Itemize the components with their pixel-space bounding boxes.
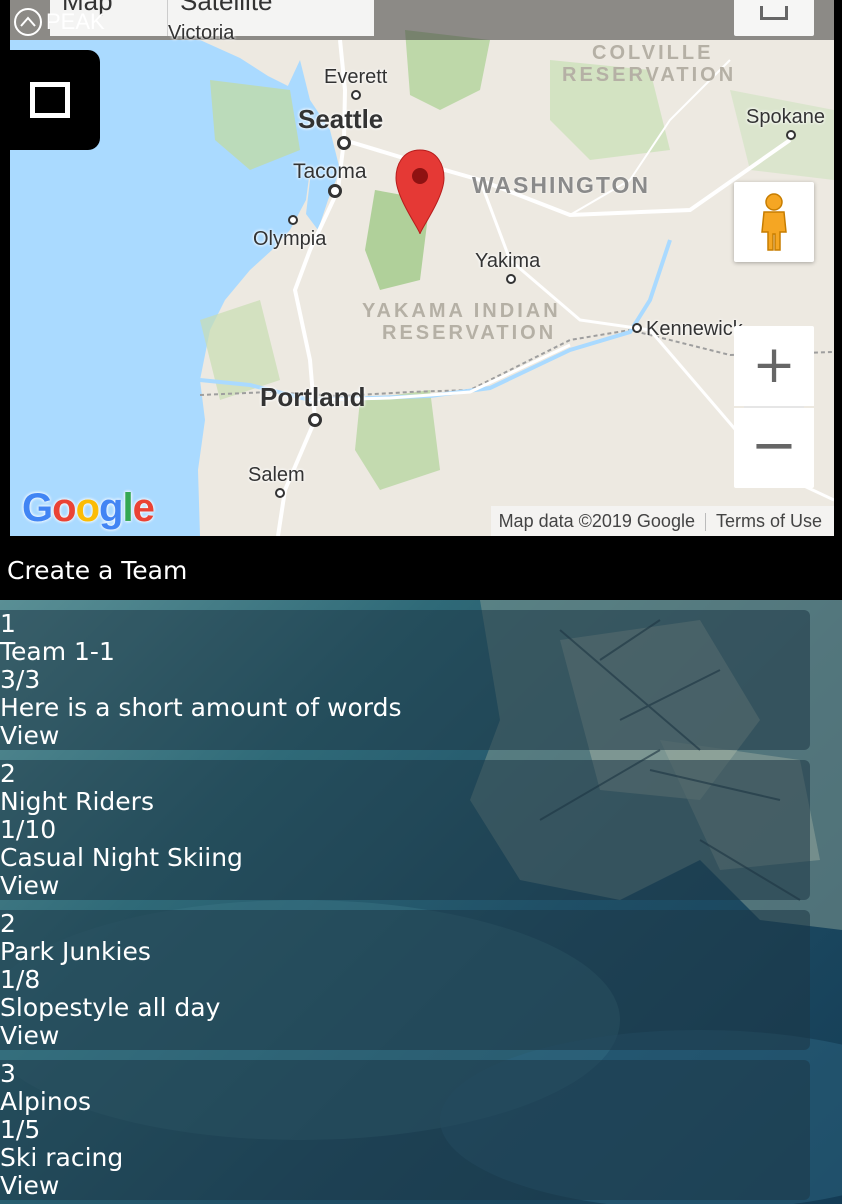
team-name: Alpinos <box>0 1087 92 1116</box>
square-icon <box>30 82 70 118</box>
city-label-kennewick: Kennewick <box>646 318 743 340</box>
city-dot-everett <box>351 90 361 100</box>
region-label-colville-reservation: RESERVATION <box>562 64 737 86</box>
city-label-spokane: Spokane <box>746 106 825 128</box>
city-dot-tacoma <box>328 184 342 198</box>
team-number: 2 <box>0 909 16 938</box>
city-dot-salem <box>275 488 285 498</box>
region-label-yakama: YAKAMA INDIAN <box>362 300 561 322</box>
team-card[interactable]: 2 Park Junkies 1/8 Slopestyle all day Vi… <box>0 910 810 1050</box>
map-attribution: Map data ©2019 Google Terms of Use <box>490 506 834 536</box>
city-dot-spokane <box>786 130 796 140</box>
city-label-seattle: Seattle <box>298 104 384 134</box>
city-label-salem: Salem <box>248 464 305 486</box>
team-card[interactable]: 1 Team 1-1 3/3 Here is a short amount of… <box>0 610 810 750</box>
zoom-in-button[interactable]: + <box>734 326 814 406</box>
team-members: 3/3 <box>0 665 41 694</box>
peak-mountain-icon <box>14 8 42 36</box>
region-label-colville: COLVILLE <box>592 42 714 64</box>
fullscreen-button[interactable] <box>734 0 814 36</box>
street-view-pegman-button[interactable] <box>734 182 814 262</box>
city-label-yakima: Yakima <box>475 250 541 272</box>
region-label-yakama-reservation: RESERVATION <box>382 322 557 344</box>
google-logo: Google <box>22 486 155 530</box>
map-view[interactable]: Map Satellite Victoria COLVILLE RESERVAT… <box>10 0 834 536</box>
team-number: 2 <box>0 759 16 788</box>
city-dot-yakima <box>506 274 516 284</box>
team-view-link[interactable]: View <box>0 1022 810 1050</box>
team-list: 1 Team 1-1 3/3 Here is a short amount of… <box>0 600 842 1204</box>
map-data-credit[interactable]: Map data ©2019 Google <box>499 511 695 531</box>
team-name: Team 1-1 <box>0 637 115 666</box>
team-members: 1/10 <box>0 815 57 844</box>
region-label-washington: WASHINGTON <box>472 172 651 198</box>
zoom-out-button[interactable]: − <box>734 408 814 488</box>
city-label-everett: Everett <box>324 66 388 88</box>
team-description: Ski racing <box>0 1143 124 1172</box>
team-description: Here is a short amount of words <box>0 693 402 722</box>
team-view-link[interactable]: View <box>0 872 810 900</box>
team-description: Casual Night Skiing <box>0 843 243 872</box>
city-label-portland: Portland <box>260 382 366 412</box>
team-number: 3 <box>0 1059 16 1088</box>
team-view-link[interactable]: View <box>0 722 810 750</box>
city-dot-seattle <box>337 136 351 150</box>
team-name: Park Junkies <box>0 937 151 966</box>
city-label-olympia: Olympia <box>253 228 327 250</box>
peak-logo[interactable]: PEAK <box>14 8 105 36</box>
city-dot-kennewick <box>632 323 642 333</box>
team-card[interactable]: 2 Night Riders 1/10 Casual Night Skiing … <box>0 760 810 900</box>
team-name: Night Riders <box>0 787 154 816</box>
create-team-button[interactable]: Create a Team <box>7 556 187 585</box>
city-label-victoria: Victoria <box>168 22 235 44</box>
city-dot-portland <box>308 413 322 427</box>
fullscreen-icon <box>760 6 788 20</box>
team-number: 1 <box>0 609 16 638</box>
city-dot-olympia <box>288 215 298 225</box>
team-description: Slopestyle all day <box>0 993 221 1022</box>
peak-logo-text: PEAK <box>46 9 105 34</box>
city-label-tacoma: Tacoma <box>293 160 367 183</box>
team-card[interactable]: 3 Alpinos 1/5 Ski racing View <box>0 1060 810 1200</box>
pegman-icon <box>761 193 787 251</box>
terms-of-use-link[interactable]: Terms of Use <box>716 511 822 531</box>
team-view-link[interactable]: View <box>0 1172 810 1200</box>
team-members: 1/5 <box>0 1115 41 1144</box>
menu-toggle-button[interactable] <box>0 50 100 150</box>
team-members: 1/8 <box>0 965 41 994</box>
